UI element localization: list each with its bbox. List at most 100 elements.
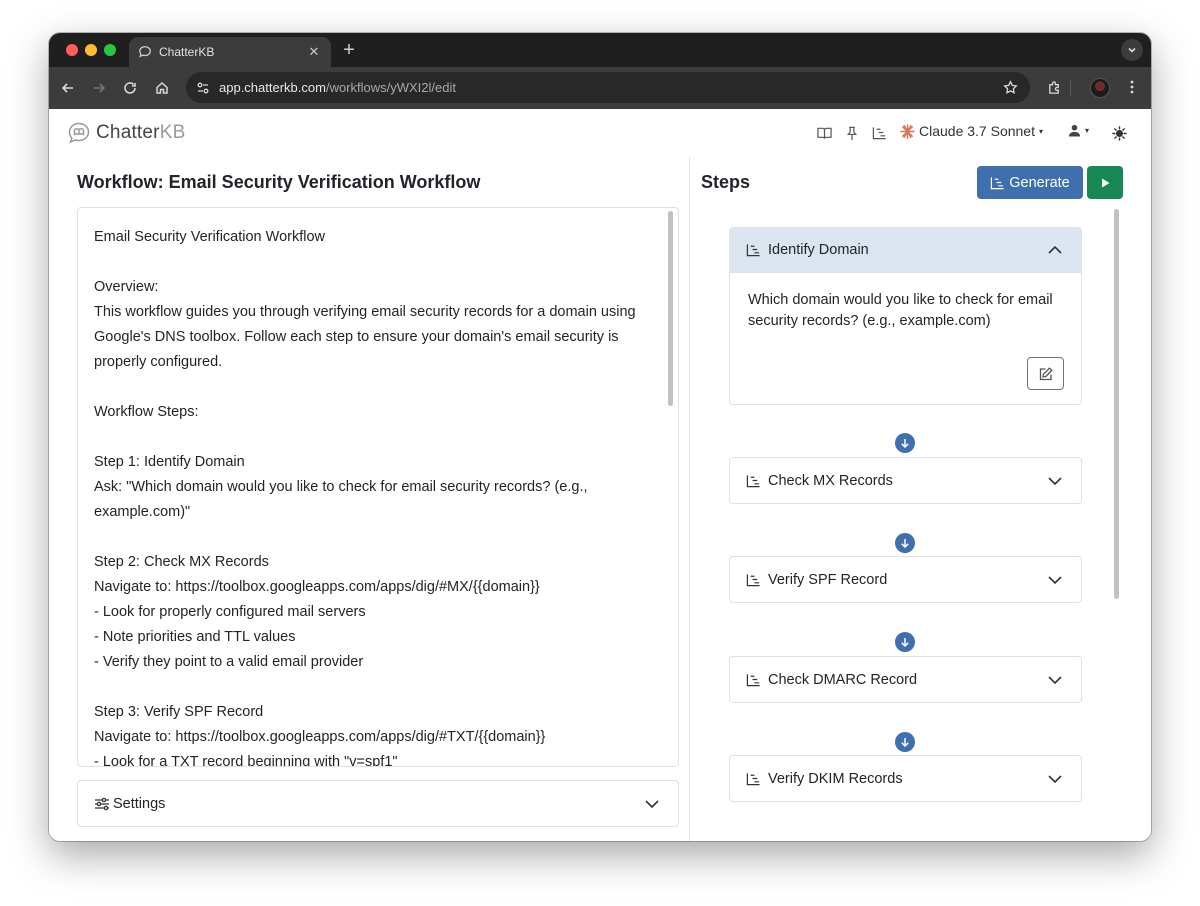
generate-label: Generate [1009,174,1070,191]
settings-accordion[interactable]: Settings [77,780,679,827]
chevron-down-icon [1048,476,1062,485]
profile-avatar[interactable] [1089,77,1111,99]
back-arrow-icon [61,83,73,93]
arrow-down-icon [895,632,915,652]
workflow-list-icon [746,244,760,257]
workflow-list-icon [746,573,760,586]
url-path: /workflows/yWXI2l/edit [325,80,456,95]
step-card: Verify SPF Record [729,556,1082,603]
step-header[interactable]: Check DMARC Record [730,657,1081,702]
step-header[interactable]: Verify SPF Record [730,557,1081,602]
url-host: app.chatterkb.com [219,80,326,95]
browser-toolbar: app.chatterkb.com/workflows/yWXI2l/edit [49,67,1151,109]
step-question: Which domain would you like to check for… [748,292,1053,329]
new-tab-button[interactable]: + [339,39,359,61]
forward-button[interactable] [90,79,108,97]
back-button[interactable] [59,79,77,97]
steps-scrollbar-thumb[interactable] [1114,209,1119,599]
logo-suffix: KB [159,122,186,143]
extensions-icon[interactable] [1045,78,1063,96]
chevron-down-icon [1048,675,1062,684]
pin-icon[interactable] [844,125,860,141]
editor-scrollbar-thumb[interactable] [668,211,673,406]
chat-bubble-icon [138,45,152,59]
settings-label: Settings [113,795,166,812]
chevron-up-icon [1048,245,1062,254]
steps-list: Identify Domain Which domain would you l… [709,207,1123,841]
sun-icon[interactable] [1111,125,1127,141]
site-settings-icon[interactable] [189,74,217,102]
step-card: Check DMARC Record [729,656,1082,703]
address-bar[interactable]: app.chatterkb.com/workflows/yWXI2l/edit [186,72,1030,103]
tab-search-button[interactable] [1121,39,1143,61]
claude-spark-icon [900,123,915,139]
arrow-down-icon [895,433,915,453]
model-name: Claude 3.7 Sonnet [919,123,1035,139]
model-caret: ▾ [1038,126,1043,136]
step-card: Check MX Records [729,457,1082,504]
step-header[interactable]: Check MX Records [730,458,1081,503]
logo-prefix: Chatter [96,122,160,143]
editor-text[interactable]: Email Security Verification Workflow Ove… [94,225,654,766]
step-card: Identify Domain Which domain would you l… [729,227,1082,405]
run-button[interactable] [1087,166,1123,199]
tab-close-icon[interactable]: ✕ [305,44,323,60]
step-title: Identify Domain [768,242,869,258]
workflow-editor[interactable]: Email Security Verification Workflow Ove… [77,207,679,767]
chevron-down-icon [1048,575,1062,584]
bookmark-star-icon[interactable] [1000,78,1020,98]
step-title: Check DMARC Record [768,671,918,688]
app-logo[interactable]: ChatterKB [67,121,185,145]
edit-step-button[interactable] [1027,357,1064,390]
play-icon [1101,178,1109,187]
app-header: ChatterKB Claude 3.7 Sonnet ▾ ▾ [49,109,1151,157]
step-body: Which domain would you like to check for… [730,273,1081,404]
tab-title: ChatterKB [159,45,215,59]
chat-bubble-icon [68,122,90,144]
home-button[interactable] [153,79,171,97]
user-caret: ▾ [1085,126,1090,135]
book-icon[interactable] [816,125,832,141]
url-text: app.chatterkb.com/workflows/yWXI2l/edit [219,80,1000,95]
minimize-window-button[interactable] [85,44,97,56]
maximize-window-button[interactable] [104,44,116,56]
user-menu[interactable]: ▾ [1068,124,1089,137]
avatar [1090,78,1110,98]
browser-tab[interactable]: ChatterKB ✕ [129,37,331,67]
workflow-list-icon[interactable] [871,125,887,141]
app-content: ChatterKB Claude 3.7 Sonnet ▾ ▾ Workflow… [49,109,1151,841]
model-selector[interactable]: Claude 3.7 Sonnet ▾ [900,123,1043,139]
reload-button[interactable] [121,79,139,97]
chevron-down-icon [1128,47,1136,53]
step-header[interactable]: Identify Domain [730,228,1081,273]
generate-button[interactable]: Generate [977,166,1083,199]
home-icon [156,81,168,94]
edit-icon [1039,366,1053,380]
step-header[interactable]: Verify DKIM Records [730,756,1081,801]
arrow-down-icon [895,732,915,752]
arrow-down-icon [895,533,915,553]
workflow-list-icon [746,772,760,785]
chevron-down-icon [1048,774,1062,783]
step-title: Verify SPF Record [768,571,888,588]
step-card: Verify DKIM Records [729,755,1082,802]
step-title: Check MX Records [768,472,893,489]
forward-arrow-icon [94,83,106,93]
sliders-icon [95,797,109,810]
workflow-list-icon [991,176,1004,189]
steps-title: Steps [701,172,751,192]
logo-text: ChatterKB [96,122,185,144]
close-window-button[interactable] [66,44,78,56]
workflow-list-icon [746,474,760,487]
browser-window: ChatterKB ✕ + app.chatterkb.com/workflow… [49,33,1151,841]
tab-strip: ChatterKB ✕ + [49,33,1151,67]
workflow-list-icon [746,673,760,686]
workflow-title: Workflow: Email Security Verification Wo… [77,172,481,192]
panel-divider [689,157,690,841]
chevron-down-icon [645,799,659,808]
reload-icon [124,82,136,94]
toolbar-separator [1070,80,1071,96]
user-icon [1068,124,1081,137]
kebab-menu-icon[interactable] [1123,78,1141,96]
step-title: Verify DKIM Records [768,770,903,787]
